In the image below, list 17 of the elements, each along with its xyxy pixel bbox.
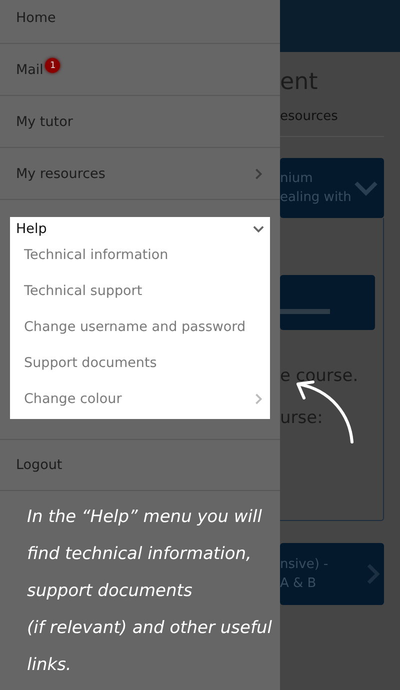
menu-item[interactable]: Logout: [16, 456, 62, 472]
chevron-right-icon[interactable]: [253, 168, 264, 180]
chevron-right-icon[interactable]: [366, 562, 380, 586]
menu-item[interactable]: My tutor: [16, 114, 73, 130]
submenu-item[interactable]: Change colour: [24, 391, 122, 407]
menu-item[interactable]: Mail: [16, 62, 44, 78]
notification-badge: 1: [45, 58, 60, 73]
submenu-item[interactable]: Support documents: [24, 355, 157, 371]
submenu-item[interactable]: Technical support: [24, 283, 142, 299]
submenu-item[interactable]: Change username and password: [24, 319, 246, 335]
chevron-right-icon[interactable]: [253, 393, 264, 405]
menu-item[interactable]: My resources: [16, 166, 106, 182]
menu-item[interactable]: Home: [16, 10, 56, 26]
submenu-item[interactable]: Technical information: [24, 247, 168, 263]
tutorial-text: In the “Help” menu you will find technical information, support documents (if relevant) and other useful links.: [27, 506, 272, 677]
chevron-down-icon[interactable]: [253, 223, 264, 235]
menu-item[interactable]: Help: [16, 221, 47, 237]
